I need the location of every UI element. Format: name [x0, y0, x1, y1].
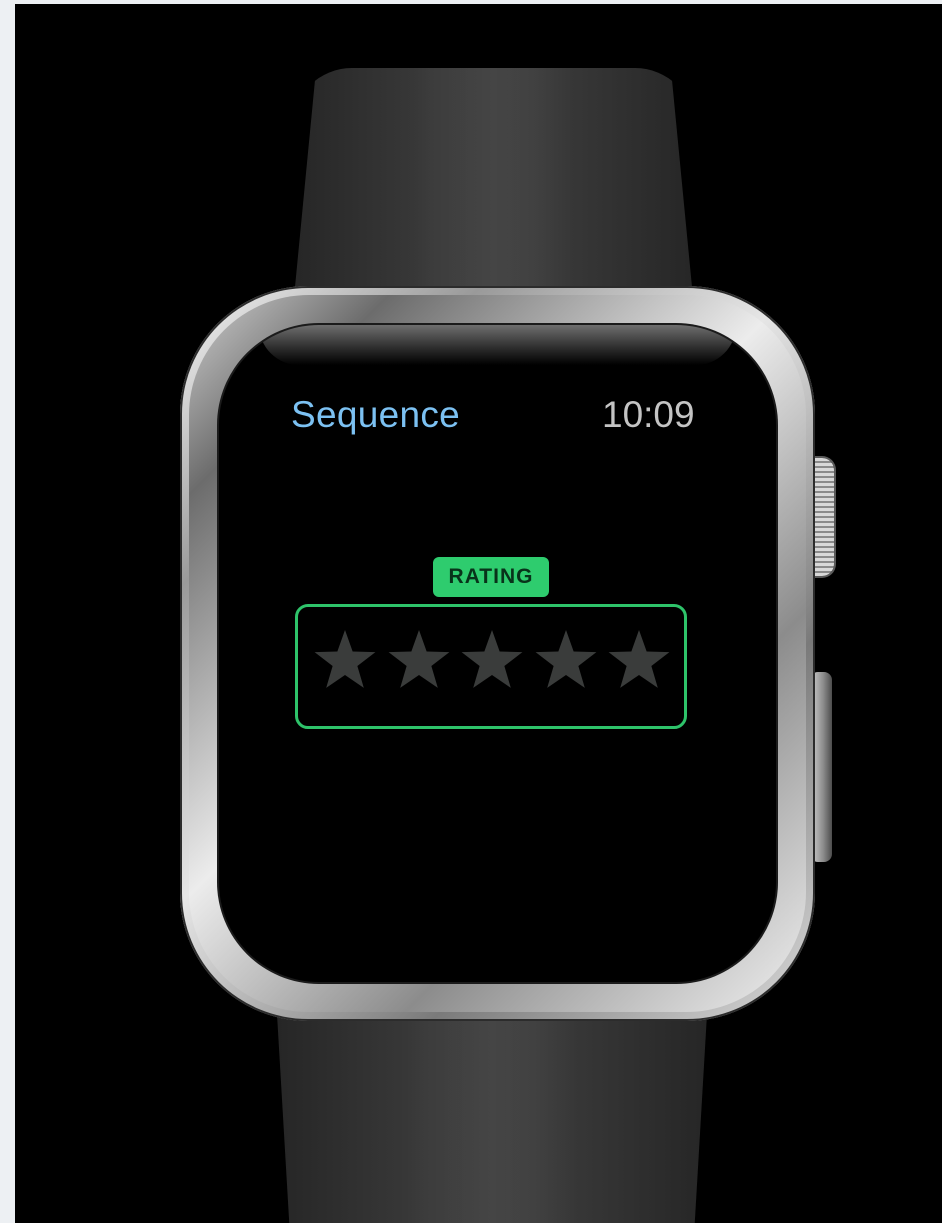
rating-label-badge: RATING	[433, 557, 549, 597]
star-icon[interactable]	[459, 627, 525, 693]
watch-stage: Sequence 10:09 RATING	[15, 4, 942, 1223]
glass-glare	[259, 325, 736, 365]
star-icon[interactable]	[312, 627, 378, 693]
page: Sequence 10:09 RATING	[0, 0, 942, 1223]
rating-picker[interactable]	[295, 604, 687, 729]
watch-band-bottom	[277, 1014, 707, 1223]
clock-time: 10:09	[602, 394, 695, 435]
star-rating[interactable]	[312, 627, 672, 693]
app-title[interactable]: Sequence	[291, 394, 460, 436]
star-icon[interactable]	[606, 627, 672, 693]
watch-band-top	[292, 68, 695, 318]
star-icon[interactable]	[386, 627, 452, 693]
star-icon[interactable]	[533, 627, 599, 693]
